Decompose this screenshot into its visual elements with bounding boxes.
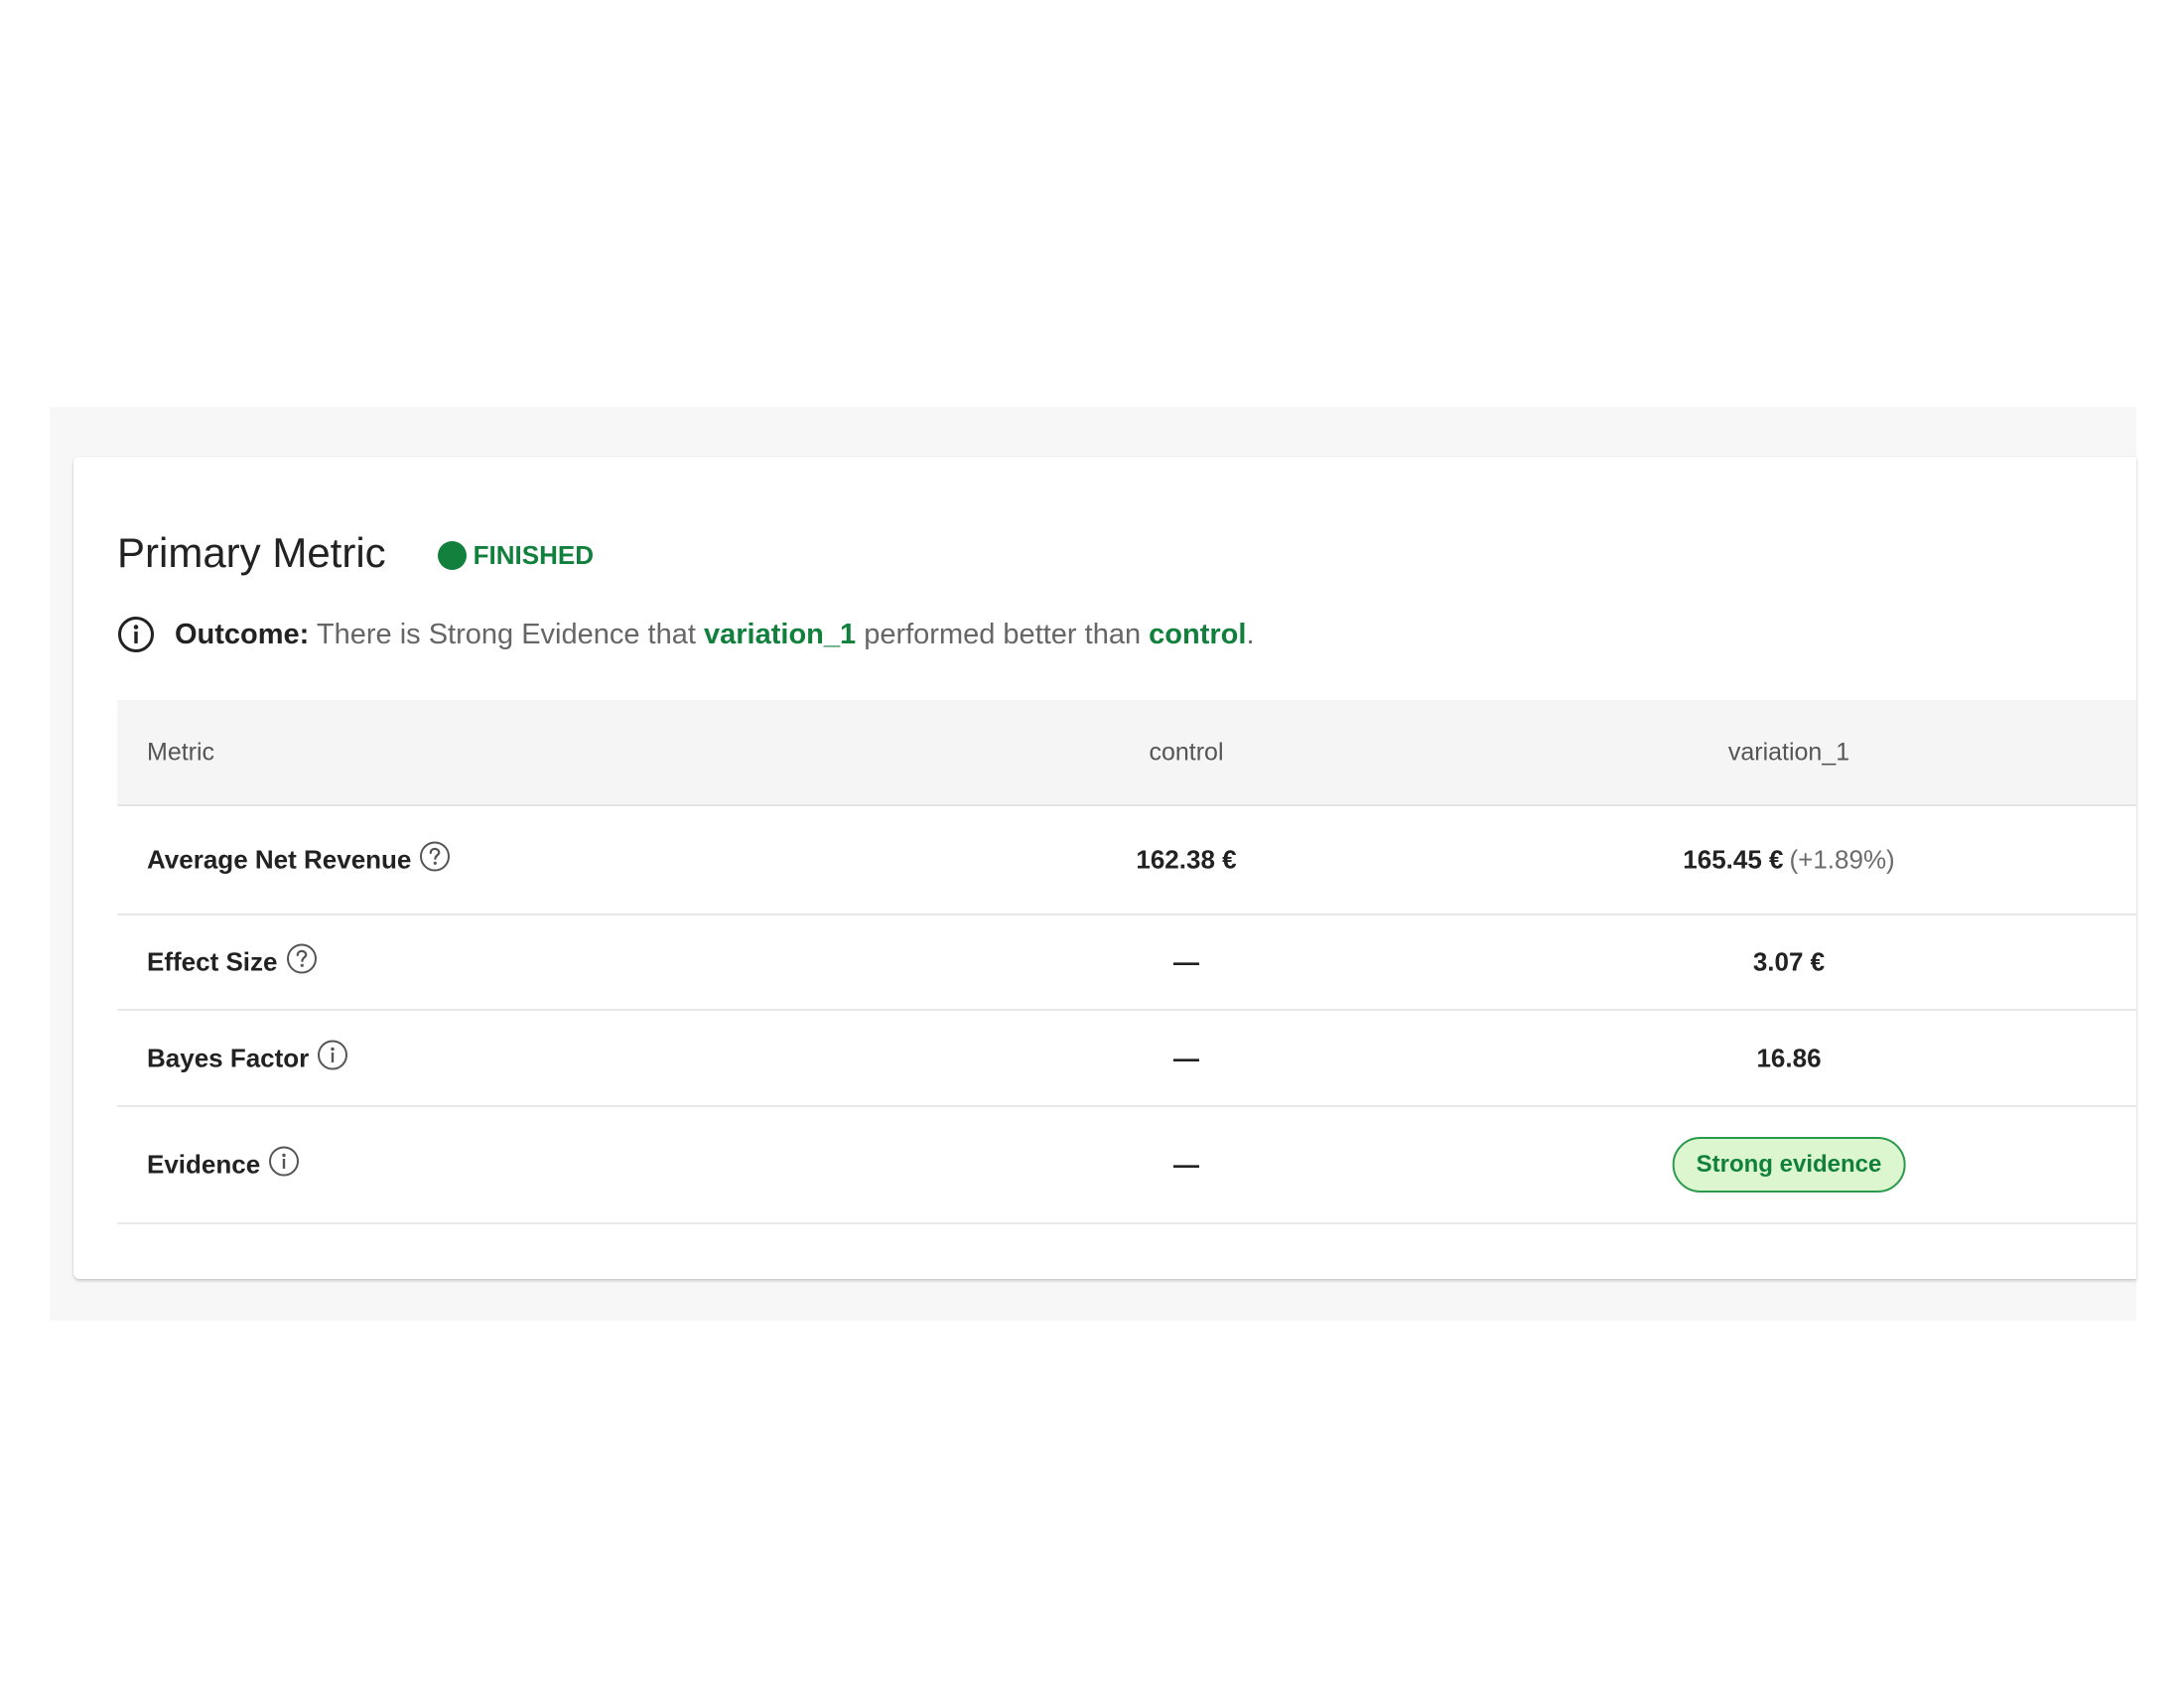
- outcome-text-part: There is Strong Evidence that: [316, 618, 696, 650]
- variation-value: 3.07 €: [1752, 946, 1826, 977]
- evidence-badge-cell: Strong evidence: [1672, 1137, 1906, 1193]
- header-control: control: [1149, 738, 1224, 766]
- status-label: FINISHED: [473, 539, 595, 570]
- metric-label: Effect Size: [147, 946, 278, 977]
- info-circle-icon: [117, 616, 155, 653]
- row-metric-name: Average Net Revenue: [147, 841, 451, 880]
- table-row: Bayes Factor — 16.86: [117, 1011, 2136, 1107]
- metrics-table: Metric control variation_1 Average Net R…: [117, 700, 2136, 1224]
- card-header: Primary Metric FINISHED: [117, 532, 594, 574]
- variation-delta: (+1.89%): [1789, 844, 1895, 875]
- question-circle-icon[interactable]: [419, 841, 451, 880]
- primary-metric-card: Primary Metric FINISHED Outcome: There i…: [73, 457, 2136, 1279]
- row-metric-name: Effect Size: [147, 943, 318, 982]
- header-variation: variation_1: [1727, 738, 1850, 766]
- control-value: —: [1173, 1149, 1199, 1180]
- table-row: Evidence — Strong evidence: [117, 1107, 2136, 1224]
- table-row: Effect Size — 3.07 €: [117, 915, 2136, 1011]
- outcome-period: .: [1246, 618, 1255, 650]
- status-dot-icon: [437, 540, 467, 570]
- card-title: Primary Metric: [117, 529, 386, 576]
- outcome-text-part: performed better than: [864, 618, 1142, 650]
- control-value: —: [1173, 946, 1199, 977]
- info-circle-icon[interactable]: [268, 1146, 300, 1185]
- metric-label: Average Net Revenue: [147, 844, 412, 875]
- status-indicator: FINISHED: [437, 539, 595, 571]
- info-circle-icon[interactable]: [317, 1039, 348, 1077]
- variation-value-cell: 165.45 € (+1.89%): [1683, 845, 1894, 876]
- evidence-badge: Strong evidence: [1672, 1137, 1906, 1193]
- outcome-summary: Outcome: There is Strong Evidence that v…: [117, 616, 1255, 653]
- metric-label: Evidence: [147, 1149, 261, 1180]
- control-value: —: [1173, 1043, 1199, 1072]
- outcome-text: Outcome: There is Strong Evidence that v…: [175, 619, 1255, 651]
- metric-label: Bayes Factor: [147, 1043, 310, 1072]
- variation-value: 16.86: [1756, 1043, 1822, 1072]
- variation-value: 165.45 €: [1683, 844, 1784, 875]
- control-value: 162.38 €: [1136, 844, 1237, 875]
- outcome-baseline: control: [1149, 618, 1247, 650]
- outcome-label: Outcome:: [175, 618, 310, 650]
- table-header: Metric control variation_1: [117, 700, 2136, 806]
- question-circle-icon[interactable]: [286, 943, 318, 982]
- table-row: Average Net Revenue 162.38 € 165.45 € (+1…: [117, 806, 2136, 915]
- row-metric-name: Bayes Factor: [147, 1039, 348, 1077]
- header-metric: Metric: [147, 738, 215, 766]
- row-metric-name: Evidence: [147, 1146, 300, 1185]
- outcome-variant: variation_1: [704, 618, 857, 650]
